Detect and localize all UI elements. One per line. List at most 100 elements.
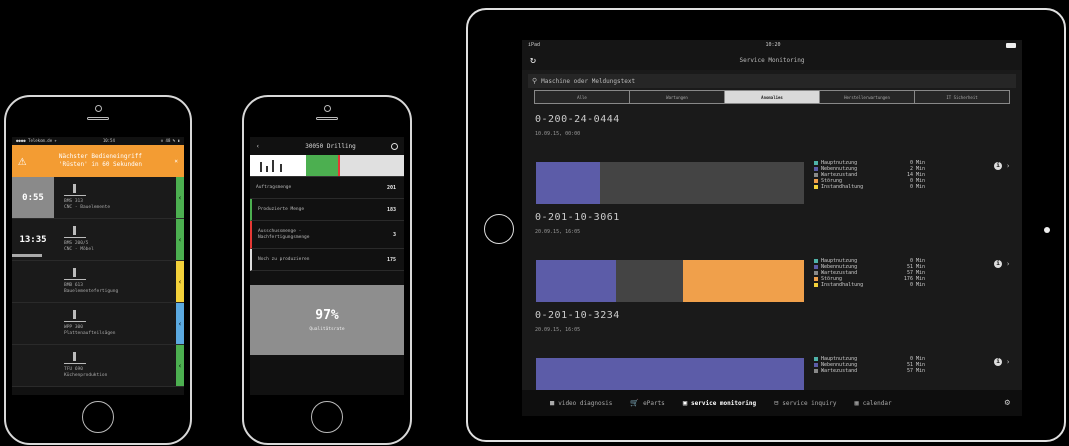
machine-date: 10.09.15, 00:00: [535, 131, 581, 137]
machine-icon: [250, 155, 306, 176]
machine-info: BMS 313 CNC - Bauelemente: [54, 177, 176, 218]
machine-row[interactable]: BMB 613 Bauelementefertigung ‹: [12, 261, 184, 303]
status-indicator[interactable]: ‹: [176, 261, 184, 302]
tablet-service-monitoring: iPad 10:20 ↻ Service Monitoring ⚲ Maschi…: [466, 8, 1066, 442]
segment-alle[interactable]: Alle: [535, 91, 630, 103]
chevron-right-icon[interactable]: ›: [1006, 358, 1010, 366]
record-icon[interactable]: [391, 142, 398, 150]
tab-video-diagnosis[interactable]: ■ video diagnosis: [550, 399, 612, 407]
status-indicator[interactable]: ‹: [176, 303, 184, 344]
legend-swatch: [814, 369, 818, 373]
machine-timeline-list: 0-200-24-0444 10.09.15, 00:00 Hauptnutzung…: [522, 110, 1022, 404]
machine-icon: [64, 226, 86, 238]
close-icon[interactable]: ×: [174, 158, 178, 165]
quality-rate-label: Qualitätsrate: [309, 327, 345, 332]
phone-machine-detail: ‹ 30050 Drilling Auftragsmenge 201 Produzi…: [242, 95, 412, 445]
machine-info: WPP 300 Plattenaufteilsägen: [54, 303, 176, 344]
calendar-icon: ▦: [854, 399, 859, 407]
machine-entry[interactable]: 0-201-10-3061 20.09.15, 16:05 Hauptnutzung…: [522, 208, 1022, 306]
tab-label: service monitoring: [691, 399, 757, 407]
legend-swatch: [814, 173, 818, 177]
legend-item: Instandhaltung 0 Min: [814, 282, 925, 288]
machine-info: BMS 200/5 CNC - Möbel: [54, 219, 176, 260]
phone-camera: [323, 105, 331, 112]
tab-service-inquiry[interactable]: ⊟ service inquiry: [774, 399, 836, 407]
usage-bar-segment: [536, 162, 601, 204]
kpi-value: 3: [392, 231, 396, 238]
machine-row[interactable]: WPP 300 Plattenaufteilsägen ‹: [12, 303, 184, 345]
machine-timer: [12, 345, 54, 386]
alert-banner[interactable]: ⚠ Nächster Bedieneingriff 'Rüsten' in 60…: [12, 145, 184, 177]
legend-swatch: [814, 283, 818, 287]
kpi-label: Ausschussmenge - Nachfertigungsmenge: [258, 228, 310, 240]
tab-eparts[interactable]: 🛒 eParts: [630, 399, 664, 407]
status-remaining-segment: [340, 155, 404, 176]
legend-swatch: [814, 167, 818, 171]
status-indicator[interactable]: ‹: [176, 345, 184, 386]
phone2-screen: ‹ 30050 Drilling Auftragsmenge 201 Produzi…: [250, 137, 404, 395]
segment-anomalies[interactable]: Anomalies: [725, 91, 820, 103]
info-icon[interactable]: i: [994, 358, 1002, 366]
detail-header: ‹ 30050 Drilling: [250, 137, 404, 155]
segment-wartungen[interactable]: Wartungen: [630, 91, 725, 103]
legend-swatch: [814, 161, 818, 165]
machine-description: Plattenaufteilsägen: [64, 331, 116, 336]
usage-bar-segment: [616, 260, 684, 302]
machine-icon: [64, 310, 86, 322]
phone-speaker: [87, 117, 109, 120]
alert-line-2: 'Rüsten' in 60 Sekunden: [58, 161, 142, 168]
usage-bar-segment: [683, 260, 804, 302]
alert-line-1: Nächster Bedieneingriff: [58, 153, 142, 160]
home-button[interactable]: [311, 401, 343, 433]
machine-timer: [12, 303, 54, 344]
back-icon[interactable]: ‹: [256, 143, 270, 150]
machine-row[interactable]: TFU 690 Küchenproduktion ‹: [12, 345, 184, 387]
machine-icon: [64, 184, 86, 196]
inquiry-icon: ⊟: [774, 399, 779, 407]
machine-date: 20.09.15, 16:05: [535, 229, 581, 235]
machine-id: 0-200-24-0444: [535, 114, 620, 125]
alert-text: Nächster Bedieneingriff 'Rüsten' in 60 S…: [32, 153, 168, 169]
home-button[interactable]: [82, 401, 114, 433]
info-icon[interactable]: i: [994, 162, 1002, 170]
info-icon[interactable]: i: [994, 260, 1002, 268]
carrier: ●●●● Telekom.de ✈: [16, 138, 57, 143]
machine-entry[interactable]: 0-200-24-0444 10.09.15, 00:00 Hauptnutzung…: [522, 110, 1022, 208]
usage-legend: Hauptnutzung 0 Min Nebennutzung 51 Min Warte…: [814, 258, 925, 288]
machine-info: BMB 613 Bauelementefertigung: [54, 261, 176, 302]
machine-description: CNC - Möbel: [64, 247, 94, 252]
refresh-icon[interactable]: ↻: [530, 55, 544, 66]
machine-row[interactable]: 0:55 BMS 313 CNC - Bauelemente ‹: [12, 177, 184, 219]
usage-bar-segment: [600, 162, 804, 204]
legend-swatch: [814, 265, 818, 269]
kpi-label: Produzierte Menge: [258, 206, 305, 212]
home-button[interactable]: [484, 214, 514, 244]
segment-herstellerwartungen[interactable]: Herstellerwartungen: [820, 91, 915, 103]
chevron-right-icon[interactable]: ›: [1006, 162, 1010, 170]
kpi-list: Auftragsmenge 201 Produzierte Menge 183 Auss…: [250, 177, 404, 271]
tab-calendar[interactable]: ▦ calendar: [854, 399, 891, 407]
segment-it-sicherheit[interactable]: IT Sicherheit: [915, 91, 1009, 103]
machine-timer: [12, 261, 54, 302]
kpi-label: Auftragsmenge: [256, 184, 292, 190]
quality-rate-value: 97%: [315, 308, 339, 323]
status-indicator[interactable]: ‹: [176, 177, 184, 218]
status-indicator[interactable]: ‹: [176, 219, 184, 260]
legend-value: 57 Min: [906, 368, 925, 374]
usage-bar: [536, 162, 804, 204]
chevron-right-icon[interactable]: ›: [1006, 260, 1010, 268]
machine-description: Küchenproduktion: [64, 373, 108, 378]
kpi-value: 175: [386, 256, 396, 263]
gear-icon[interactable]: ⚙: [1005, 398, 1010, 408]
legend-item: Wartezustand 57 Min: [814, 368, 925, 374]
title-bar: ↻ Service Monitoring: [522, 50, 1022, 70]
search-input[interactable]: ⚲ Maschine oder Meldungstext: [528, 74, 1016, 88]
tablet-camera: [1044, 227, 1050, 233]
machine-id: 0-201-10-3234: [535, 310, 620, 321]
machine-row[interactable]: 13:35 BMS 200/5 CNC - Möbel ‹: [12, 219, 184, 261]
kpi-row: Produzierte Menge 183: [250, 199, 404, 221]
tab-service-monitoring[interactable]: ▣ service monitoring: [683, 399, 756, 407]
legend-label: Instandhaltung: [821, 184, 864, 190]
monitor-icon: ▣: [682, 399, 688, 407]
status-bar: ●●●● Telekom.de ✈ 10:54 ⊙ 48 % ▮: [12, 137, 184, 145]
